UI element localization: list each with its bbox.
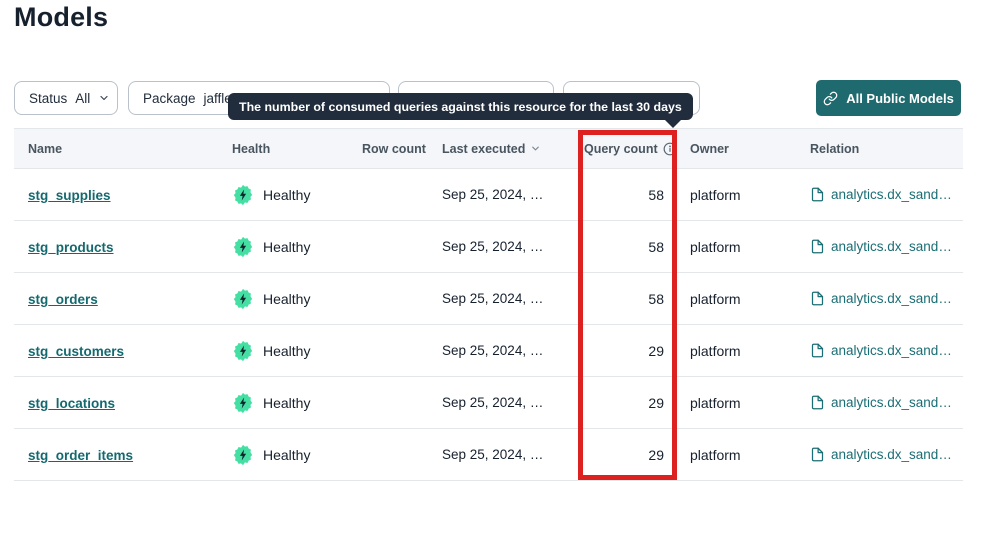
- owner-value: platform: [677, 395, 810, 411]
- last-executed-value: Sep 25, 2024, …: [442, 187, 578, 202]
- model-link[interactable]: stg_order_items: [28, 448, 133, 463]
- owner-value: platform: [677, 187, 810, 203]
- query-count-value: 58: [578, 291, 677, 307]
- relation-link[interactable]: analytics.dx_sand…: [831, 239, 952, 254]
- health-label: Healthy: [263, 343, 310, 359]
- table-row: stg_supplies Healthy Sep 25, 2024, … 58 …: [14, 169, 963, 221]
- all-public-models-button[interactable]: All Public Models: [816, 80, 961, 116]
- package-filter-label: Package: [143, 91, 196, 106]
- all-public-models-label: All Public Models: [846, 91, 954, 106]
- health-badge-icon: [232, 184, 254, 206]
- file-icon: [810, 239, 825, 254]
- table-row: stg_customers Healthy Sep 25, 2024, … 29…: [14, 325, 963, 377]
- relation-link[interactable]: analytics.dx_sand…: [831, 187, 952, 202]
- tooltip-text: The number of consumed queries against t…: [239, 100, 682, 114]
- query-count-value: 29: [578, 343, 677, 359]
- relation-link[interactable]: analytics.dx_sand…: [831, 343, 952, 358]
- column-header-name[interactable]: Name: [14, 142, 232, 156]
- table-row: stg_orders Healthy Sep 25, 2024, … 58 pl…: [14, 273, 963, 325]
- status-filter-dropdown[interactable]: Status All: [14, 81, 118, 115]
- query-count-tooltip: The number of consumed queries against t…: [228, 93, 693, 120]
- last-executed-value: Sep 25, 2024, …: [442, 343, 578, 358]
- models-table: Name Health Row count Last executed Quer…: [14, 128, 963, 481]
- status-filter-value: All: [75, 91, 90, 106]
- health-badge-icon: [232, 340, 254, 362]
- query-count-value: 58: [578, 187, 677, 203]
- column-header-owner[interactable]: Owner: [677, 142, 810, 156]
- health-label: Healthy: [263, 239, 310, 255]
- last-executed-value: Sep 25, 2024, …: [442, 395, 578, 410]
- file-icon: [810, 343, 825, 358]
- query-count-value: 58: [578, 239, 677, 255]
- last-executed-value: Sep 25, 2024, …: [442, 291, 578, 306]
- model-link[interactable]: stg_locations: [28, 396, 115, 411]
- owner-value: platform: [677, 239, 810, 255]
- health-badge-icon: [232, 392, 254, 414]
- column-header-relation[interactable]: Relation: [810, 142, 963, 156]
- file-icon: [810, 187, 825, 202]
- model-link[interactable]: stg_supplies: [28, 188, 111, 203]
- info-icon[interactable]: [663, 142, 677, 156]
- status-filter-label: Status: [29, 91, 67, 106]
- query-count-value: 29: [578, 395, 677, 411]
- health-badge-icon: [232, 236, 254, 258]
- chevron-down-icon: [98, 92, 110, 104]
- health-badge-icon: [232, 288, 254, 310]
- file-icon: [810, 291, 825, 306]
- health-label: Healthy: [263, 395, 310, 411]
- sort-chevron-icon: [530, 143, 541, 154]
- table-row: stg_locations Healthy Sep 25, 2024, … 29…: [14, 377, 963, 429]
- health-label: Healthy: [263, 291, 310, 307]
- table-header-row: Name Health Row count Last executed Quer…: [14, 128, 963, 169]
- file-icon: [810, 395, 825, 410]
- owner-value: platform: [677, 291, 810, 307]
- model-link[interactable]: stg_products: [28, 240, 114, 255]
- health-label: Healthy: [263, 187, 310, 203]
- health-badge-icon: [232, 444, 254, 466]
- model-link[interactable]: stg_orders: [28, 292, 98, 307]
- query-count-value: 29: [578, 447, 677, 463]
- relation-link[interactable]: analytics.dx_sand…: [831, 291, 952, 306]
- last-executed-value: Sep 25, 2024, …: [442, 239, 578, 254]
- last-executed-value: Sep 25, 2024, …: [442, 447, 578, 462]
- health-label: Healthy: [263, 447, 310, 463]
- table-row: stg_order_items Healthy Sep 25, 2024, … …: [14, 429, 963, 481]
- link-icon: [823, 91, 838, 106]
- column-header-last-executed[interactable]: Last executed: [442, 142, 578, 156]
- table-row: stg_products Healthy Sep 25, 2024, … 58 …: [14, 221, 963, 273]
- owner-value: platform: [677, 447, 810, 463]
- owner-value: platform: [677, 343, 810, 359]
- page-title: Models: [14, 2, 108, 33]
- column-header-row-count[interactable]: Row count: [362, 142, 442, 156]
- file-icon: [810, 447, 825, 462]
- relation-link[interactable]: analytics.dx_sand…: [831, 447, 952, 462]
- column-header-health[interactable]: Health: [232, 142, 362, 156]
- model-link[interactable]: stg_customers: [28, 344, 124, 359]
- column-header-query-count[interactable]: Query count: [578, 142, 677, 156]
- relation-link[interactable]: analytics.dx_sand…: [831, 395, 952, 410]
